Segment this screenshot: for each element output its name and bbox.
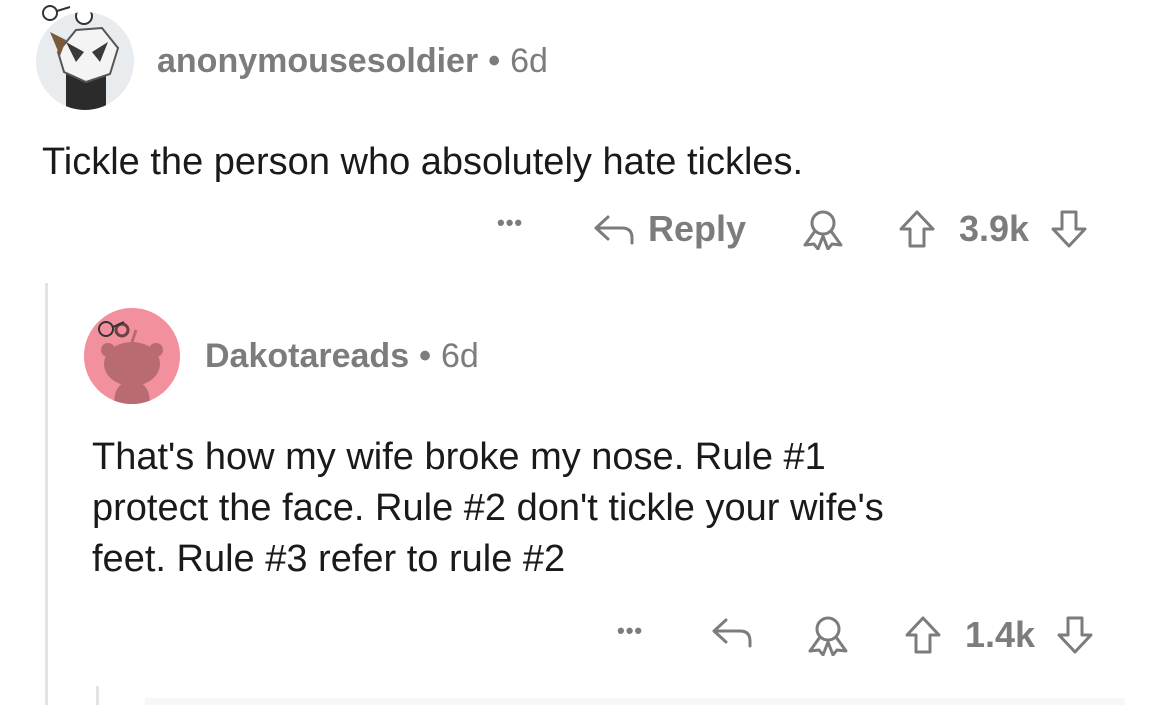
vote-bar: 1.4k: [903, 614, 1095, 656]
award-button[interactable]: [805, 614, 851, 656]
username[interactable]: anonymousesoldier: [157, 42, 478, 80]
antenna-icon: [98, 321, 125, 337]
nested-thread-line[interactable]: [96, 686, 99, 705]
user-avatar[interactable]: [36, 12, 134, 110]
vote-score: 3.9k: [959, 208, 1030, 249]
meta-separator: •: [419, 337, 432, 375]
comment-text-line: protect the face. Rule #2 don't tickle y…: [92, 487, 884, 529]
reply-button[interactable]: Reply: [592, 208, 746, 250]
reply-arrow-icon: [592, 211, 636, 247]
more-dots: •••: [497, 210, 524, 235]
vote-score: 1.4k: [965, 614, 1036, 655]
downvote-icon[interactable]: [1049, 208, 1089, 250]
comment-age: 6d: [441, 337, 479, 375]
vote-bar: 3.9k: [897, 208, 1089, 250]
comment-age: 6d: [510, 42, 548, 80]
snoo-avatar-icon: [36, 12, 134, 110]
more-options-button[interactable]: •••: [497, 210, 523, 236]
reply-button[interactable]: [710, 614, 754, 650]
comment-meta: anonymousesoldier • 6d: [157, 42, 548, 81]
comment-text-line: That's how my wife broke my nose. Rule #…: [92, 436, 826, 478]
comment-text: That's how my wife broke my nose. Rule #…: [92, 432, 1152, 585]
award-icon: [805, 614, 851, 656]
upvote-icon[interactable]: [903, 614, 943, 656]
reply-arrow-icon: [710, 614, 754, 650]
next-comment-preview: [145, 698, 1125, 705]
comment-meta: Dakotareads • 6d: [205, 337, 479, 376]
antenna-icon: [42, 5, 71, 21]
comment-text-line: feet. Rule #3 refer to rule #2: [92, 538, 566, 580]
downvote-icon[interactable]: [1055, 614, 1095, 656]
comment-text: Tickle the person who absolutely hate ti…: [42, 141, 804, 183]
reply-label: Reply: [648, 208, 747, 249]
upvote-icon[interactable]: [897, 208, 937, 250]
meta-separator: •: [488, 42, 501, 80]
thread-line[interactable]: [45, 283, 48, 705]
award-icon: [800, 208, 846, 250]
award-button[interactable]: [800, 208, 846, 250]
username[interactable]: Dakotareads: [205, 337, 409, 375]
more-dots: •••: [617, 618, 644, 643]
more-options-button[interactable]: •••: [617, 618, 643, 644]
